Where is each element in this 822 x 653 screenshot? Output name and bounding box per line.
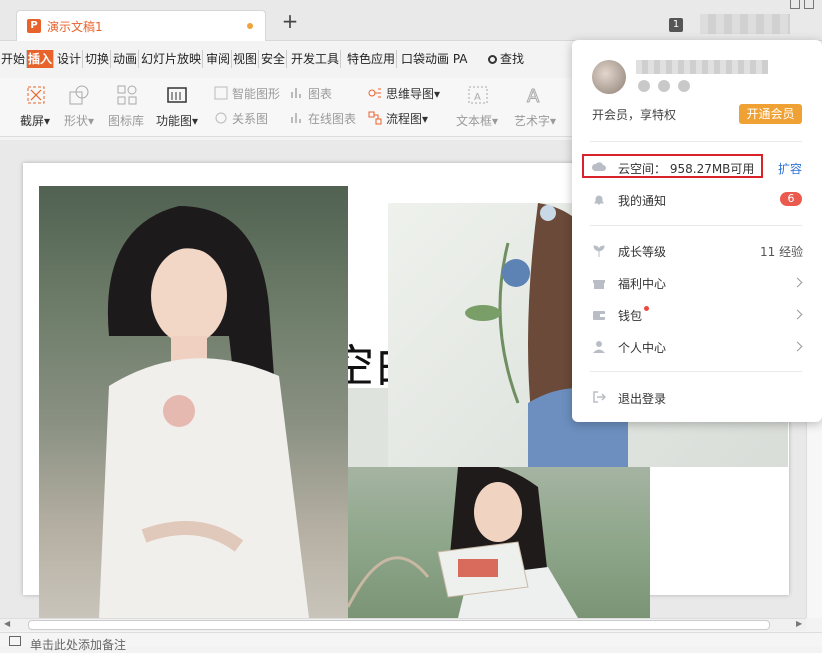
divider	[590, 141, 802, 142]
woman-illustration	[99, 206, 309, 618]
welfare-center-item[interactable]: 福利中心	[618, 275, 666, 292]
bell-icon	[594, 195, 604, 205]
new-tab-button[interactable]: +	[280, 11, 300, 32]
menu-animation[interactable]: 动画	[112, 50, 140, 68]
smart-shape-button[interactable]: 智能图形	[232, 85, 280, 102]
mind-map-icon	[368, 88, 381, 98]
window-count-badge[interactable]: 1	[669, 18, 683, 32]
menu-pocket-animation[interactable]: 口袋动画 PA	[400, 50, 469, 68]
function-chart-button[interactable]: 功能图▾	[156, 112, 198, 129]
shape-button[interactable]: 形状▾	[64, 112, 94, 129]
account-popup	[572, 40, 822, 422]
menu-developer[interactable]: 开发工具	[290, 50, 342, 68]
wallet-alert-dot	[644, 306, 649, 311]
mind-map-button[interactable]: 思维导图▾	[386, 85, 440, 102]
search-label: 查找	[500, 52, 525, 66]
menu-start[interactable]: 开始	[0, 50, 28, 68]
cloud-storage-highlight	[582, 154, 763, 178]
menu-insert[interactable]: 插入	[27, 50, 55, 68]
photo-strip	[348, 388, 388, 468]
notes-icon	[9, 636, 21, 646]
menu-security[interactable]: 安全	[260, 50, 288, 68]
reading-woman-illustration	[348, 467, 578, 618]
logout-icon	[593, 391, 606, 403]
logout-item[interactable]: 退出登录	[618, 390, 666, 407]
online-chart-button[interactable]: 在线图表	[308, 110, 356, 127]
flow-chart-icon	[368, 111, 382, 125]
chart-button[interactable]: 图表	[308, 85, 332, 102]
art-text-button[interactable]: 艺术字▾	[514, 112, 556, 129]
smart-shape-icon	[214, 86, 228, 100]
growth-level-item[interactable]: 成长等级	[618, 243, 666, 260]
wallet-icon	[593, 311, 605, 320]
horizontal-scroll-thumb[interactable]	[28, 620, 770, 630]
unsaved-dot-icon	[247, 23, 253, 29]
menu-transition[interactable]: 切换	[84, 50, 112, 68]
window-controls[interactable]	[790, 0, 822, 9]
presentation-icon: P	[27, 19, 41, 33]
screenshot-button[interactable]: 截屏▾	[20, 112, 50, 129]
shape-icon	[69, 85, 89, 105]
screenshot-icon	[27, 86, 45, 104]
wallet-item[interactable]: 钱包	[618, 307, 642, 324]
flow-chart-button[interactable]: 流程图▾	[386, 110, 428, 127]
menu-features[interactable]: 特色应用	[346, 50, 398, 68]
growth-experience-value: 11 经验	[760, 245, 804, 259]
expand-storage-link[interactable]: 扩容	[778, 160, 802, 177]
svg-text:A: A	[527, 86, 540, 106]
notes-placeholder[interactable]: 单击此处添加备注	[30, 636, 126, 653]
document-tab[interactable]: P 演示文稿1	[16, 10, 266, 41]
notification-count-badge: 6	[780, 192, 802, 206]
sprout-icon	[593, 245, 605, 257]
minimize-icon[interactable]	[790, 0, 800, 9]
relation-chart-button[interactable]: 关系图	[232, 110, 268, 127]
search-button[interactable]: 查找	[488, 50, 524, 68]
text-box-icon: A	[468, 86, 488, 104]
photo-woman-reading[interactable]	[348, 467, 650, 618]
person-icon	[593, 341, 605, 353]
icon-library-icon	[117, 85, 137, 105]
relation-chart-icon	[215, 112, 227, 124]
badge-icon	[638, 80, 650, 92]
menu-slideshow[interactable]: 幻灯片放映	[140, 50, 204, 68]
badge-icon	[658, 80, 670, 92]
photo-woman-white-dress[interactable]	[39, 186, 348, 618]
personal-center-item[interactable]: 个人中心	[618, 339, 666, 356]
chart-icon	[291, 88, 301, 98]
scroll-left-icon[interactable]: ◀	[4, 619, 10, 628]
online-chart-icon	[291, 113, 301, 123]
notifications-item[interactable]: 我的通知	[618, 192, 666, 209]
scroll-right-icon[interactable]: ▶	[796, 619, 802, 628]
divider	[590, 371, 802, 372]
username-blurred	[636, 60, 768, 74]
art-text-icon: A	[527, 86, 541, 107]
icon-library-button[interactable]: 图标库	[108, 112, 144, 129]
vip-promo-text: 开会员，享特权	[592, 108, 677, 122]
text-box-button[interactable]: 文本框▾	[456, 112, 498, 129]
function-chart-icon	[167, 87, 187, 103]
menu-design[interactable]: 设计	[56, 50, 84, 68]
divider	[590, 225, 802, 226]
avatar[interactable]	[592, 60, 626, 94]
maximize-icon[interactable]	[804, 0, 814, 9]
account-area[interactable]	[700, 14, 790, 34]
search-icon	[488, 55, 497, 64]
gift-icon	[593, 280, 605, 289]
svg-text:A: A	[474, 92, 481, 103]
badge-icon	[678, 80, 690, 92]
menu-view[interactable]: 视图	[232, 50, 260, 68]
open-vip-button[interactable]: 开通会员	[739, 104, 802, 124]
menu-review[interactable]: 审阅	[205, 50, 233, 68]
document-tab-title: 演示文稿1	[47, 20, 103, 34]
